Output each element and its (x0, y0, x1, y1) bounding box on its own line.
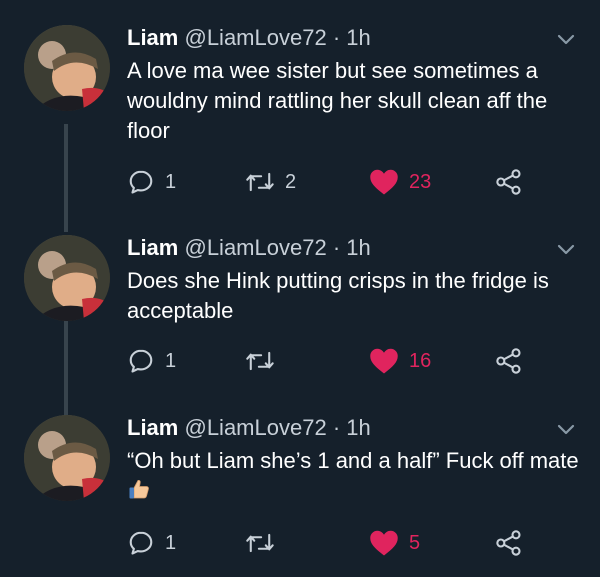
tweet-text: A love ma wee sister but see sometimes a… (127, 58, 548, 143)
reply-button[interactable]: 1 (127, 529, 176, 557)
reply-button[interactable]: 1 (127, 168, 176, 196)
like-count: 16 (409, 349, 432, 372)
author-name[interactable]: Liam (127, 235, 178, 260)
reply-button[interactable]: 1 (127, 347, 176, 375)
share-icon (496, 348, 521, 374)
reply-icon (129, 531, 153, 555)
share-button[interactable] (495, 529, 523, 557)
author-handle[interactable]: @LiamLove72 (184, 25, 326, 50)
avatar[interactable] (24, 415, 110, 501)
like-button[interactable]: 16 (369, 347, 431, 375)
like-button[interactable]: 5 (369, 529, 420, 557)
separator-dot: · (332, 25, 341, 50)
chevron-down-icon[interactable] (556, 243, 576, 257)
tweet-content: Liam @LiamLove72 · 1h Does she Hink putt… (127, 233, 582, 326)
tweet-actions: 1 2 23 (127, 168, 547, 196)
tweet[interactable]: Liam @LiamLove72 · 1h “Oh but Liam she’s… (0, 413, 600, 573)
tweet-content: Liam @LiamLove72 · 1h A love ma wee sist… (127, 23, 582, 146)
reply-count: 1 (165, 170, 177, 193)
tweet-header: Liam @LiamLove72 · 1h (127, 413, 582, 443)
heart-icon (370, 348, 398, 374)
reply-count: 1 (165, 349, 177, 372)
timestamp[interactable]: 1h (346, 235, 370, 260)
author-handle[interactable]: @LiamLove72 (184, 235, 326, 260)
reply-icon (129, 170, 153, 194)
retweet-icon (246, 172, 274, 192)
tweet-text: “Oh but Liam she’s 1 and a half” Fuck of… (127, 448, 579, 473)
heart-icon (370, 530, 398, 556)
tweet-header: Liam @LiamLove72 · 1h (127, 233, 582, 263)
tweet-header: Liam @LiamLove72 · 1h (127, 23, 582, 53)
avatar[interactable] (24, 235, 110, 321)
tweet-actions: 1 5 (127, 529, 547, 557)
like-count: 23 (409, 170, 432, 193)
retweet-icon (246, 533, 274, 553)
reply-count: 1 (165, 531, 177, 554)
author-handle[interactable]: @LiamLove72 (184, 415, 326, 440)
retweet-button[interactable] (245, 347, 285, 375)
like-count: 5 (409, 531, 421, 554)
retweet-button[interactable] (245, 529, 285, 557)
tweet-text-container: “Oh but Liam she’s 1 and a half” Fuck of… (127, 446, 582, 509)
timestamp[interactable]: 1h (346, 415, 370, 440)
tweet-actions: 1 16 (127, 347, 547, 375)
retweet-count: 2 (285, 170, 297, 193)
chevron-down-icon[interactable] (556, 33, 576, 47)
timestamp[interactable]: 1h (346, 25, 370, 50)
share-button[interactable] (495, 347, 523, 375)
like-button[interactable]: 23 (369, 168, 431, 196)
tweet-content: Liam @LiamLove72 · 1h “Oh but Liam she’s… (127, 413, 582, 509)
share-icon (496, 169, 521, 195)
chevron-down-icon[interactable] (556, 423, 576, 437)
tweet[interactable]: Liam @LiamLove72 · 1h A love ma wee sist… (0, 23, 600, 213)
separator-dot: · (332, 235, 341, 260)
share-button[interactable] (495, 168, 523, 196)
tweet-text: Does she Hink putting crisps in the frid… (127, 268, 549, 323)
retweet-icon (246, 351, 274, 371)
reply-icon (129, 349, 153, 373)
tweet[interactable]: Liam @LiamLove72 · 1h Does she Hink putt… (0, 233, 600, 398)
heart-icon (370, 169, 398, 195)
avatar[interactable] (24, 25, 110, 111)
retweet-button[interactable]: 2 (245, 168, 296, 196)
separator-dot: · (332, 415, 341, 440)
thumbs-up-icon (127, 477, 151, 509)
author-name[interactable]: Liam (127, 415, 178, 440)
author-name[interactable]: Liam (127, 25, 178, 50)
share-icon (496, 530, 521, 556)
